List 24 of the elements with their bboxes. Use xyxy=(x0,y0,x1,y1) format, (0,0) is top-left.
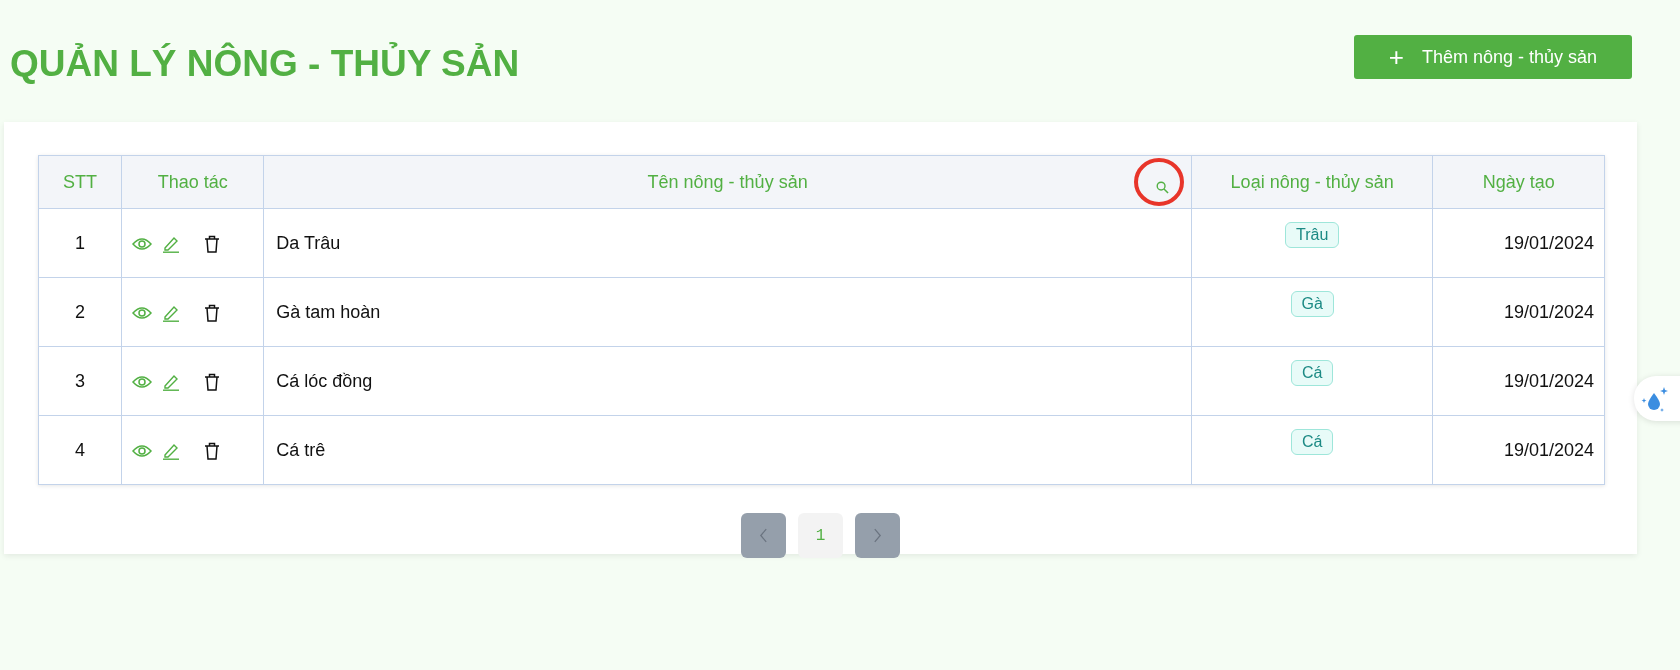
page-button[interactable]: 1 xyxy=(798,513,843,558)
column-header: Tên nông - thủy sản xyxy=(263,155,1192,209)
table-cell: 4 xyxy=(38,415,122,485)
column-header: Ngày tạo xyxy=(1432,155,1605,209)
table-cell: 19/01/2024 xyxy=(1432,208,1605,278)
table-cell: 2 xyxy=(38,277,122,347)
add-button[interactable]: + Thêm nông - thủy sản xyxy=(1354,35,1632,79)
table-cell: 3 xyxy=(38,346,122,416)
type-tag: Trâu xyxy=(1285,222,1340,248)
table-cell: 19/01/2024 xyxy=(1432,346,1605,416)
column-header: Loại nông - thủy sản xyxy=(1191,155,1433,209)
table-cell: Da Trâu xyxy=(263,208,1192,278)
page-title: QUẢN LÝ NÔNG - THỦY SẢN xyxy=(10,43,520,85)
table-cell: 19/01/2024 xyxy=(1432,415,1605,485)
column-header: Thao tác xyxy=(121,155,264,209)
type-tag: Cá xyxy=(1290,429,1334,455)
type-tag: Gà xyxy=(1290,291,1334,317)
table-cell: 19/01/2024 xyxy=(1432,277,1605,347)
table-cell: 1 xyxy=(38,208,122,278)
table-cell: Cá trê xyxy=(263,415,1192,485)
type-tag: Cá xyxy=(1290,360,1334,386)
table-cell: Cá lóc đồng xyxy=(263,346,1192,416)
table-cell: Gà tam hoàn xyxy=(263,277,1192,347)
column-header: STT xyxy=(38,155,122,209)
